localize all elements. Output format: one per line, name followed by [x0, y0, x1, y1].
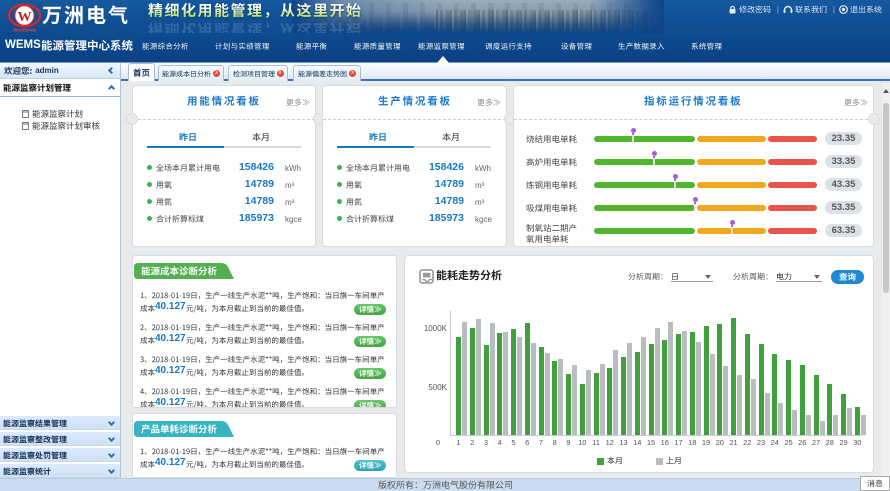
- svg-text:W: W: [18, 10, 32, 25]
- svg-text:Worldwide: Worldwide: [13, 28, 37, 33]
